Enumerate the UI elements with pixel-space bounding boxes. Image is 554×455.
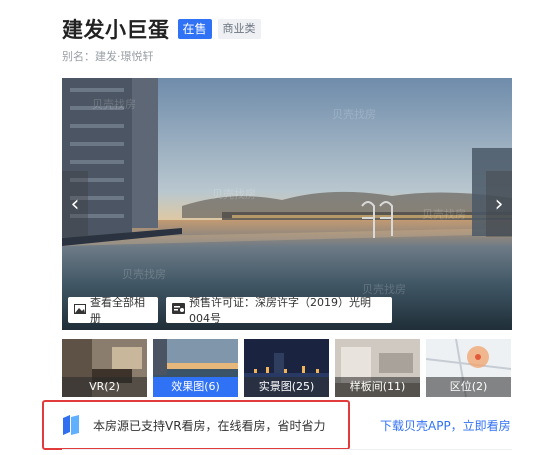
watermark-text: 贝壳找房 xyxy=(122,267,166,281)
divider xyxy=(62,449,512,450)
chevron-left-icon: ‹ xyxy=(70,191,80,217)
permit-label: 预售许可证：深房许字（2019）光明004号 xyxy=(189,296,371,325)
hero-illustration: 贝壳找房 贝壳找房 贝壳找房 贝壳找房 贝壳找房 贝壳找房 xyxy=(62,78,512,330)
thumbnail-label: 样板间(11) xyxy=(335,377,420,397)
status-badge: 在售 xyxy=(177,19,212,39)
thumbnail-label: VR(2) xyxy=(62,377,147,397)
next-image-button[interactable]: › xyxy=(486,171,512,237)
thumbnail-label: 效果图(6) xyxy=(153,377,238,397)
thumbnail-real-photos[interactable]: 实景图(25) xyxy=(244,339,329,397)
thumbnail-renderings[interactable]: 效果图(6) xyxy=(153,339,238,397)
thumbnail-label: 实景图(25) xyxy=(244,377,329,397)
project-title: 建发小巨蛋 xyxy=(62,18,170,42)
watermark-text: 贝壳找房 xyxy=(332,107,376,121)
vr-message: 本房源已支持VR看房，在线看房，省时省力 xyxy=(93,419,326,433)
thumbnail-label: 区位(2) xyxy=(426,377,511,397)
certificate-icon xyxy=(172,303,185,317)
type-badge: 商业类 xyxy=(217,19,261,39)
thumbnail-location[interactable]: 区位(2) xyxy=(426,339,511,397)
thumbnail-vr[interactable]: VR(2) xyxy=(62,339,147,397)
project-alias: 别名：建发·璟悦轩 xyxy=(62,50,154,63)
project-header: 建发小巨蛋 在售 商业类 xyxy=(62,14,534,44)
vr-logo-icon xyxy=(62,414,80,436)
presale-permit-button[interactable]: 预售许可证：深房许字（2019）光明004号 xyxy=(166,296,392,325)
thumbnail-strip: VR(2) 效果图(6) 实景图(25) 样板间(11) 区位(2) xyxy=(62,339,512,397)
prev-image-button[interactable]: ‹ xyxy=(62,171,88,237)
chevron-right-icon: › xyxy=(494,191,504,217)
watermark-text: 贝壳找房 xyxy=(422,207,466,221)
watermark-text: 贝壳找房 xyxy=(92,97,136,111)
watermark-text: 贝壳找房 xyxy=(212,187,256,201)
download-app-link[interactable]: 下载贝壳APP，立即看房 xyxy=(380,417,511,434)
view-all-album-button[interactable]: 查看全部相册 xyxy=(68,296,158,325)
picture-icon xyxy=(74,303,86,317)
hero-image[interactable]: 贝壳找房 贝壳找房 贝壳找房 贝壳找房 贝壳找房 贝壳找房 xyxy=(62,78,512,330)
album-label: 查看全部相册 xyxy=(90,296,145,325)
thumbnail-show-flat[interactable]: 样板间(11) xyxy=(335,339,420,397)
